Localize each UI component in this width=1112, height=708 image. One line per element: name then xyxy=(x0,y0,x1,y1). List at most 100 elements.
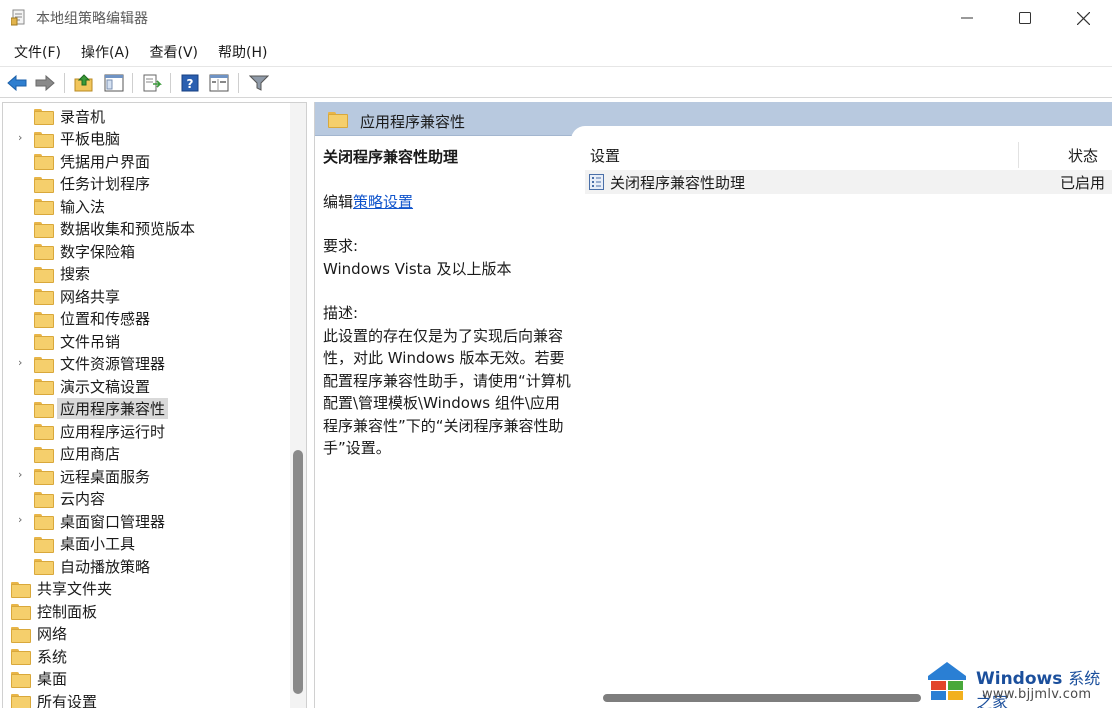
folder-icon xyxy=(34,469,54,485)
folder-icon xyxy=(34,199,54,215)
show-hide-tree-icon xyxy=(104,74,124,92)
properties-icon xyxy=(209,74,229,92)
tree-item[interactable]: 所有设置 xyxy=(11,690,97,708)
list-scroll-thumb[interactable] xyxy=(603,694,921,702)
column-divider[interactable] xyxy=(1018,142,1019,168)
tree-item[interactable]: 凭据用户界面 xyxy=(34,150,150,172)
minimize-button[interactable] xyxy=(944,0,990,36)
settings-list-row[interactable]: 关闭程序兼容性助理 已启用 xyxy=(585,170,1112,194)
up-folder-icon xyxy=(74,74,93,92)
tree-scroll-thumb[interactable] xyxy=(293,450,303,694)
tree-item[interactable]: 数字保险箱 xyxy=(34,240,135,262)
tree-item[interactable]: 任务计划程序 xyxy=(34,173,150,195)
tree-item[interactable]: 网络 xyxy=(11,623,67,645)
navigation-tree[interactable]: 录音机 › 平板电脑凭据用户界面 任务计划程序输入法数据收集和预览版本数字保险箱搜索网… xyxy=(2,102,307,708)
menu-bar: 文件(F) 操作(A) 查看(V) 帮助(H) xyxy=(0,38,273,64)
filter-icon xyxy=(249,75,269,91)
folder-icon xyxy=(34,356,54,373)
tree-item[interactable]: 应用程序兼容性 xyxy=(34,398,169,420)
tree-item[interactable]: 应用商店 xyxy=(34,443,120,465)
tree-item[interactable]: 自动播放策略 xyxy=(34,555,150,577)
maximize-icon xyxy=(1019,12,1031,24)
description-line: 此设置的存在仅是为了实现后向兼容 xyxy=(323,326,564,345)
tree-item[interactable]: 控制面板 xyxy=(11,600,97,622)
tree-item-label: 应用程序兼容性 xyxy=(57,398,169,419)
tree-item-label: 桌面 xyxy=(37,670,68,688)
tree-item[interactable]: 搜索 xyxy=(34,263,90,285)
folder-icon xyxy=(34,379,54,395)
tree-item-label: 搜索 xyxy=(60,265,91,283)
export-list-icon xyxy=(143,74,162,92)
description-line: 程序兼容性”下的“关闭程序兼容性助 xyxy=(323,416,564,435)
tree-item-label: 网络 xyxy=(37,625,68,643)
tree-item-label: 远程桌面服务 xyxy=(60,467,151,486)
toolbar-separator xyxy=(64,73,65,93)
setting-name: 关闭程序兼容性助理 xyxy=(610,174,746,192)
column-header-status[interactable]: 状态 xyxy=(1068,145,1098,166)
up-level-button[interactable] xyxy=(73,72,95,94)
column-header-setting[interactable]: 设置 xyxy=(590,145,620,166)
maximize-button[interactable] xyxy=(1002,0,1048,36)
edit-prefix: 编辑 xyxy=(323,192,354,211)
tree-item[interactable]: 文件吊销 xyxy=(34,330,120,352)
extended-description: 关闭程序兼容性助理 编辑策略设置 要求: Windows Vista 及以上版本… xyxy=(323,146,573,460)
tree-item[interactable]: 共享文件夹 xyxy=(11,578,112,600)
tree-item[interactable]: 桌面小工具 xyxy=(34,533,135,555)
folder-icon xyxy=(34,559,54,575)
requirement-label: 要求: xyxy=(323,237,359,255)
menu-help[interactable]: 帮助(H) xyxy=(218,38,267,64)
tree-item[interactable]: 输入法 xyxy=(34,195,105,217)
tree-vertical-scrollbar[interactable] xyxy=(290,103,306,708)
folder-icon xyxy=(34,491,54,508)
tree-item[interactable]: 桌面 xyxy=(11,668,67,690)
expand-chevron-icon[interactable]: › xyxy=(18,132,28,143)
close-button[interactable] xyxy=(1060,0,1106,36)
tree-item[interactable]: › 远程桌面服务 xyxy=(18,465,151,487)
tree-item[interactable]: 系统 xyxy=(11,645,67,667)
properties-button[interactable] xyxy=(208,72,230,94)
help-button[interactable]: ? xyxy=(179,72,201,94)
windows-logo-icon xyxy=(928,662,966,700)
policy-settings-link[interactable]: 策略设置 xyxy=(353,193,413,211)
tree-item[interactable]: 位置和传感器 xyxy=(34,308,150,330)
toolbar-separator xyxy=(132,73,133,93)
folder-icon xyxy=(11,626,31,643)
expand-chevron-icon[interactable]: › xyxy=(18,469,28,480)
tree-item[interactable]: › 桌面窗口管理器 xyxy=(18,510,165,532)
toolbar-separator xyxy=(170,73,171,93)
tree-item-label: 应用商店 xyxy=(60,445,121,463)
description-line: 配置\管理模板\Windows 组件\应用 xyxy=(323,394,560,412)
tree-item[interactable]: 演示文稿设置 xyxy=(34,375,150,397)
forward-button[interactable] xyxy=(34,72,56,94)
back-button[interactable] xyxy=(6,72,28,94)
tree-item-label: 自动播放策略 xyxy=(60,557,151,576)
details-header-title: 应用程序兼容性 xyxy=(360,113,466,131)
help-icon: ? xyxy=(181,74,199,92)
export-list-button[interactable] xyxy=(141,72,163,94)
expand-chevron-icon[interactable]: › xyxy=(18,357,28,368)
folder-icon xyxy=(34,424,54,440)
tree-item-label: 平板电脑 xyxy=(60,130,121,148)
svg-text:?: ? xyxy=(187,77,194,91)
expand-chevron-icon[interactable]: › xyxy=(18,514,28,525)
tree-item-label: 桌面小工具 xyxy=(60,535,136,553)
show-hide-tree-button[interactable] xyxy=(103,72,125,94)
tree-item-label: 输入法 xyxy=(60,197,106,216)
tree-item[interactable]: 网络共享 xyxy=(34,285,120,307)
tree-item[interactable]: 应用程序运行时 xyxy=(34,420,165,442)
watermark-url: www.bjjmlv.com xyxy=(982,687,1092,702)
menu-file[interactable]: 文件(F) xyxy=(14,38,61,64)
tree-item[interactable]: › 平板电脑 xyxy=(18,128,121,150)
window-title: 本地组策略编辑器 xyxy=(36,11,148,27)
tree-item[interactable]: 云内容 xyxy=(34,488,105,510)
tree-item-label: 数据收集和预览版本 xyxy=(60,220,196,238)
tree-item[interactable]: › 文件资源管理器 xyxy=(18,353,165,375)
folder-icon xyxy=(11,581,31,598)
tree-item[interactable]: 录音机 xyxy=(34,105,105,127)
menu-view[interactable]: 查看(V) xyxy=(150,38,199,64)
folder-icon xyxy=(34,176,54,193)
tree-item[interactable]: 数据收集和预览版本 xyxy=(34,218,195,240)
filter-button[interactable] xyxy=(248,72,270,94)
menu-action[interactable]: 操作(A) xyxy=(81,38,130,64)
back-icon xyxy=(7,75,27,91)
